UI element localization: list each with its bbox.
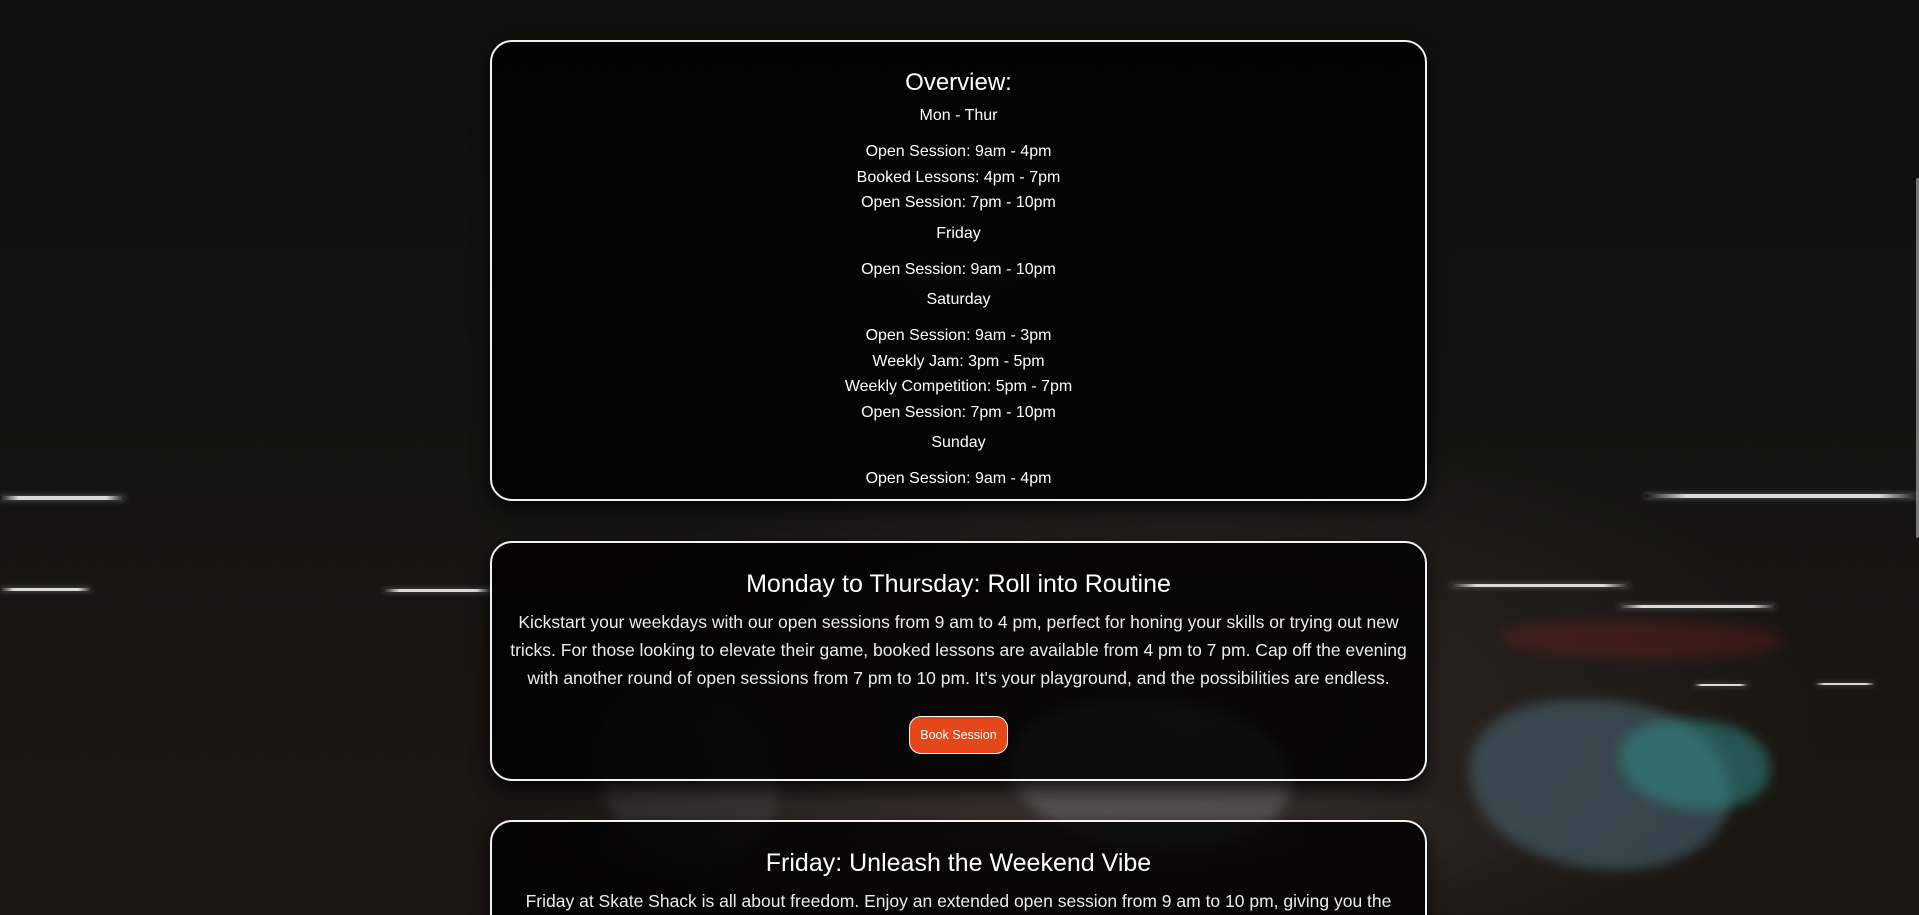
schedule-sunday: Sunday Open Session: 9am - 4pm [492, 433, 1425, 492]
ceiling-light [0, 588, 92, 591]
schedule-lines: Open Session: 9am - 4pm [492, 466, 1425, 492]
schedule-lines: Open Session: 9am - 10pm [492, 257, 1425, 283]
schedule-line: Open Session: 9am - 3pm [865, 327, 1052, 344]
schedule-day-label: Friday [936, 224, 981, 242]
ceiling-light [0, 496, 125, 500]
schedule-line: Open Session: 9am - 4pm [865, 470, 1052, 487]
book-session-button[interactable]: Book Session [909, 716, 1008, 754]
friday-card: Friday: Unleash the Weekend Vibe Friday … [490, 820, 1427, 915]
ceiling-light [1645, 494, 1919, 498]
schedule-day-label: Mon - Thur [919, 107, 998, 124]
graffiti-mural [1500, 620, 1780, 660]
schedule-mon-thur: Mon - Thur Open Session: 9am - 4pm Booke… [492, 106, 1425, 216]
schedule-line: Open Session: 7pm - 10pm [861, 194, 1056, 211]
schedule-day-label: Saturday [926, 291, 991, 308]
schedule-line: Open Session: 7pm - 10pm [861, 403, 1056, 421]
monday-thursday-description: Kickstart your weekdays with our open se… [510, 612, 1407, 688]
schedule-line: Weekly Competition: 5pm - 7pm [844, 378, 1073, 395]
monday-thursday-title: Monday to Thursday: Roll into Routine [746, 570, 1171, 598]
friday-title: Friday: Unleash the Weekend Vibe [765, 849, 1152, 877]
overview-title: Overview: [905, 69, 1012, 96]
overview-card: Overview: Mon - Thur Open Session: 9am -… [490, 40, 1427, 501]
schedule-lines: Open Session: 9am - 4pm Booked Lessons: … [492, 139, 1425, 216]
schedule-line: Weekly Jam: 3pm - 5pm [872, 352, 1045, 370]
schedule-friday: Friday Open Session: 9am - 10pm [492, 224, 1425, 283]
schedule-line: Open Session: 9am - 4pm [865, 143, 1052, 160]
ceiling-light [1694, 684, 1748, 686]
ceiling-light [383, 589, 493, 592]
ceiling-light [1815, 683, 1875, 685]
monday-thursday-card: Monday to Thursday: Roll into Routine Ki… [490, 541, 1427, 781]
ceiling-light [1450, 584, 1630, 587]
friday-description: Friday at Skate Shack is all about freed… [525, 891, 1392, 911]
schedule-line: Open Session: 9am - 10pm [861, 260, 1056, 278]
schedule-saturday: Saturday Open Session: 9am - 3pm Weekly … [492, 290, 1425, 425]
schedule-day-label: Sunday [931, 434, 986, 451]
ceiling-light [1618, 605, 1776, 608]
schedule-line: Booked Lessons: 4pm - 7pm [856, 168, 1061, 186]
schedule-lines: Open Session: 9am - 3pm Weekly Jam: 3pm … [492, 323, 1425, 425]
